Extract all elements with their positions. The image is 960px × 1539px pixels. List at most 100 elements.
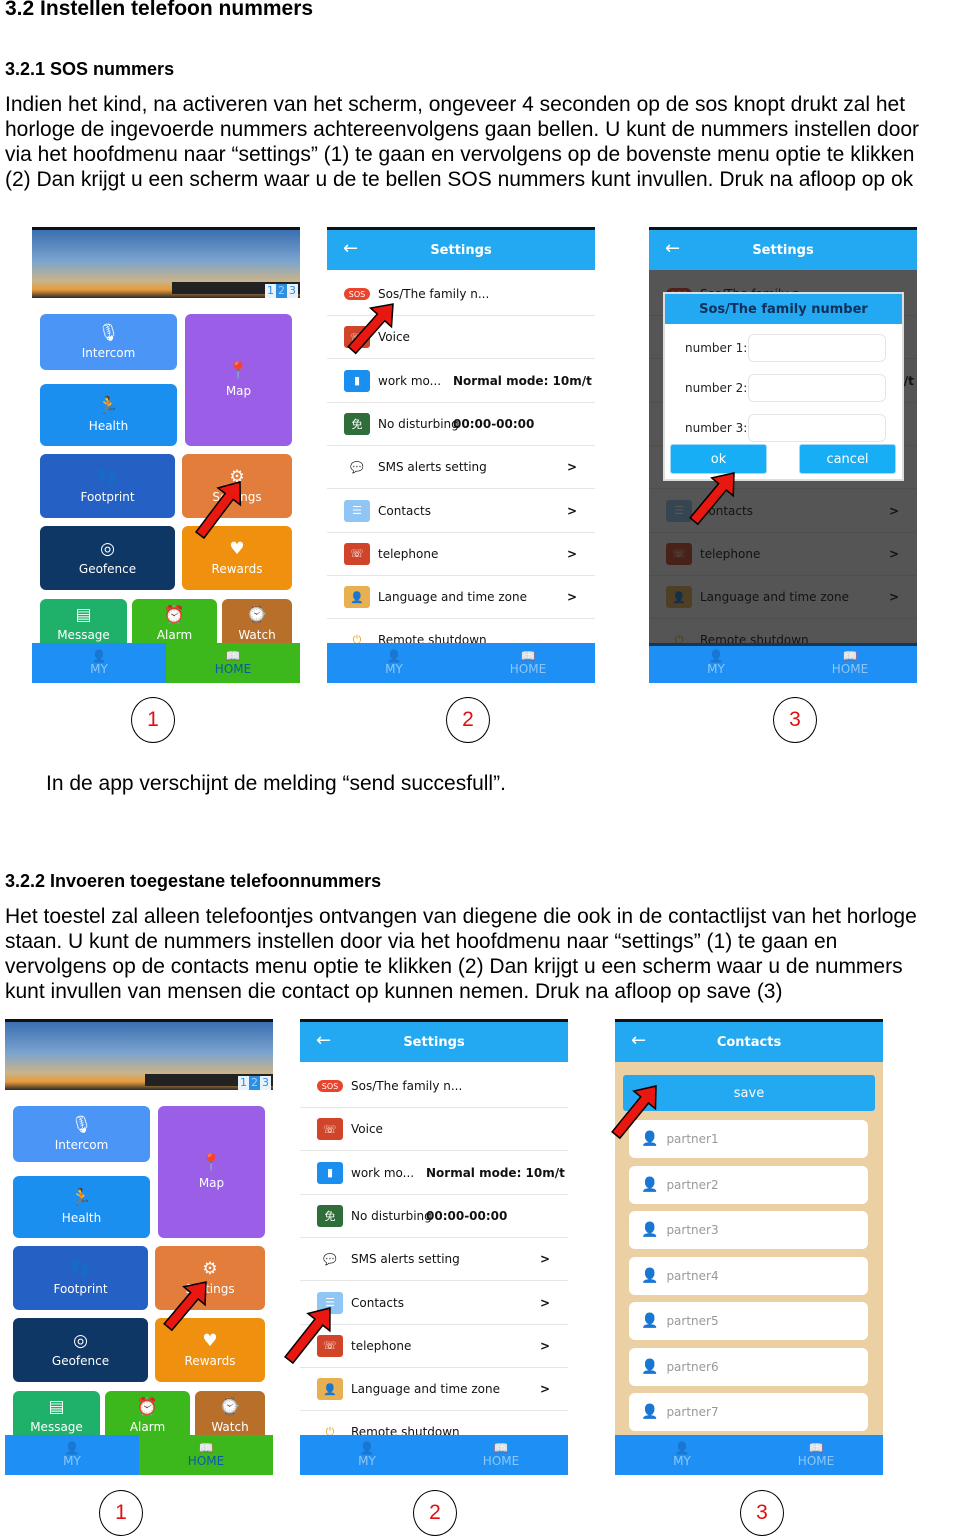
- tile-label: Alarm: [156, 628, 193, 642]
- tile-watch[interactable]: ⌚ Watch: [222, 599, 292, 649]
- settings-row[interactable]: 👤 Language and time zone >: [327, 576, 595, 620]
- partner-placeholder: partner6: [666, 1359, 719, 1374]
- settings-row[interactable]: ☰ Contacts >: [300, 1282, 568, 1325]
- tile-watch[interactable]: ⌚ Watch: [195, 1391, 265, 1441]
- partner-field[interactable]: 👤 partner5: [629, 1302, 868, 1340]
- page-dot[interactable]: 3: [260, 1076, 271, 1090]
- tile-rewards[interactable]: ♥ Rewards: [182, 526, 292, 590]
- nav-home[interactable]: 📖 HOME: [783, 643, 917, 683]
- tile-health[interactable]: 🏃 Health: [40, 384, 177, 446]
- page-dot[interactable]: 3: [287, 284, 298, 298]
- tile-intercom[interactable]: 🎙 Intercom: [13, 1106, 150, 1162]
- nav-my[interactable]: 👤 MY: [327, 643, 461, 683]
- number-input-3[interactable]: [748, 414, 887, 442]
- back-arrow-icon[interactable]: ←: [665, 238, 680, 259]
- settings-row[interactable]: ☏ telephone >: [300, 1325, 568, 1368]
- settings-row[interactable]: 免 No disturbing00:00-00:00: [300, 1195, 568, 1238]
- message-icon: ▤: [48, 1397, 65, 1417]
- page-dot[interactable]: 2: [276, 284, 287, 298]
- settings-row[interactable]: ☏ Voice: [300, 1108, 568, 1152]
- field-label: number 1:: [685, 341, 748, 355]
- page-dot[interactable]: 2: [249, 1076, 260, 1090]
- tile-label: Message: [30, 1420, 83, 1434]
- nav-home-label: HOME: [831, 662, 869, 676]
- tile-rewards[interactable]: ♥ Rewards: [155, 1318, 265, 1382]
- tile-message[interactable]: ▤ Message: [13, 1391, 100, 1441]
- settings-row[interactable]: 👤 Language and time zone >: [300, 1368, 568, 1412]
- partner-field[interactable]: 👤 partner4: [629, 1256, 868, 1295]
- ok-button[interactable]: ok: [670, 444, 767, 474]
- step-marker-1: 1: [99, 1490, 143, 1536]
- number-input-2[interactable]: [748, 374, 887, 402]
- tile-label: Alarm: [129, 1420, 166, 1434]
- partner-placeholder: partner3: [666, 1223, 719, 1237]
- subsection-heading-contacts: 3.2.2 Invoeren toegestane telefoonnummer…: [5, 871, 382, 891]
- tile-map[interactable]: 📍 Map: [158, 1106, 265, 1238]
- nav-my-label: MY: [63, 1454, 81, 1468]
- tile-footprint[interactable]: 👣 Footprint: [13, 1246, 148, 1310]
- nav-my[interactable]: 👤 MY: [32, 643, 166, 683]
- banner-page-indicator: 123: [238, 1076, 271, 1090]
- nav-home[interactable]: 📖 HOME: [749, 1435, 883, 1475]
- tile-label: Intercom: [81, 346, 136, 360]
- tile-footprint[interactable]: 👣 Footprint: [40, 454, 175, 518]
- settings-row[interactable]: ☰ Contacts >: [327, 490, 595, 533]
- partner-field[interactable]: 👤 partner6: [629, 1347, 868, 1386]
- tile-health[interactable]: 🏃 Health: [13, 1176, 150, 1238]
- partner-field[interactable]: 👤 partner2: [629, 1165, 868, 1204]
- partner-field[interactable]: 👤 partner7: [629, 1393, 868, 1431]
- cancel-button[interactable]: cancel: [799, 444, 896, 474]
- text-line: Indien het kind, na activeren van het sc…: [5, 93, 906, 116]
- settings-row[interactable]: 💬 SMS alerts setting >: [327, 446, 595, 490]
- phone-settings-screen: ← Settings SOS Sos/The family n... ☏ Voice ▮ wo…: [300, 1019, 568, 1475]
- settings-row[interactable]: ▮ work mo... Normal mode: 10m/t: [327, 360, 595, 403]
- tile-settings[interactable]: ⚙ Settings: [155, 1246, 265, 1310]
- number-input-1[interactable]: [748, 334, 887, 362]
- partner-field[interactable]: 👤 partner1: [629, 1120, 868, 1158]
- page-dot[interactable]: 1: [265, 284, 276, 298]
- settings-row[interactable]: SOS Sos/The family n...: [327, 273, 595, 316]
- partner-placeholder: partner2: [666, 1177, 719, 1192]
- tile-intercom[interactable]: 🎙 Intercom: [40, 314, 177, 370]
- partner-placeholder: partner1: [666, 1132, 719, 1146]
- nav-home[interactable]: 📖 HOME: [166, 643, 300, 683]
- partner-field[interactable]: 👤 partner3: [629, 1211, 868, 1249]
- tile-message[interactable]: ▤ Message: [40, 599, 127, 649]
- tile-geofence[interactable]: ◎ Geofence: [40, 526, 175, 590]
- settings-row[interactable]: 💬 SMS alerts setting >: [300, 1238, 568, 1282]
- back-arrow-icon[interactable]: ←: [343, 238, 358, 259]
- person-icon: 👤: [641, 1313, 659, 1329]
- settings-row[interactable]: SOS Sos/The family n...: [300, 1065, 568, 1108]
- sms-icon: 💬: [344, 456, 370, 479]
- contacts-paragraph: Het toestel zal alleen telefoontjes ontv…: [5, 904, 917, 1004]
- page-dot[interactable]: 1: [238, 1076, 249, 1090]
- text-line: via het hoofdmenu naar “settings” (1) te…: [5, 143, 915, 166]
- tile-map[interactable]: 📍 Map: [185, 314, 292, 446]
- sos-icon: SOS: [317, 1080, 343, 1092]
- phone-home-screen: 1 2 3 🎙 Intercom 🏃 Health 📍 Map 👣 Footprint ⚙ Settin…: [5, 1019, 273, 1475]
- tile-label: Health: [61, 1211, 102, 1225]
- settings-row[interactable]: 免 No disturbing00:00-00:00: [327, 403, 595, 446]
- nav-my[interactable]: 👤 MY: [649, 643, 783, 683]
- tile-alarm[interactable]: ⏰ Alarm: [105, 1391, 190, 1441]
- settings-row[interactable]: ☏ Voice: [327, 316, 595, 360]
- tile-geofence[interactable]: ◎ Geofence: [13, 1318, 148, 1382]
- nav-my[interactable]: 👤 MY: [5, 1435, 139, 1475]
- nav-my[interactable]: 👤 MY: [300, 1435, 434, 1475]
- tile-label: Settings: [212, 490, 262, 504]
- save-button[interactable]: save: [623, 1075, 875, 1111]
- settings-row[interactable]: ▮ work mo... Normal mode: 10m/t: [300, 1152, 568, 1195]
- back-arrow-icon[interactable]: ←: [631, 1030, 646, 1051]
- back-arrow-icon[interactable]: ←: [316, 1030, 331, 1051]
- settings-header: ← Settings: [327, 230, 595, 270]
- settings-row[interactable]: ☏ telephone >: [327, 533, 595, 576]
- nav-home[interactable]: 📖 HOME: [139, 1435, 273, 1475]
- nav-home[interactable]: 📖 HOME: [461, 643, 595, 683]
- tile-alarm[interactable]: ⏰ Alarm: [132, 599, 217, 649]
- tile-label: Watch: [211, 1420, 249, 1434]
- tile-settings[interactable]: ⚙ Settings: [182, 454, 292, 518]
- map-pin-icon: 📍: [200, 1153, 223, 1173]
- text-line: (2) Dan krijgt u een scherm waar u de te…: [5, 168, 914, 191]
- nav-my[interactable]: 👤 MY: [615, 1435, 749, 1475]
- nav-home[interactable]: 📖 HOME: [434, 1435, 568, 1475]
